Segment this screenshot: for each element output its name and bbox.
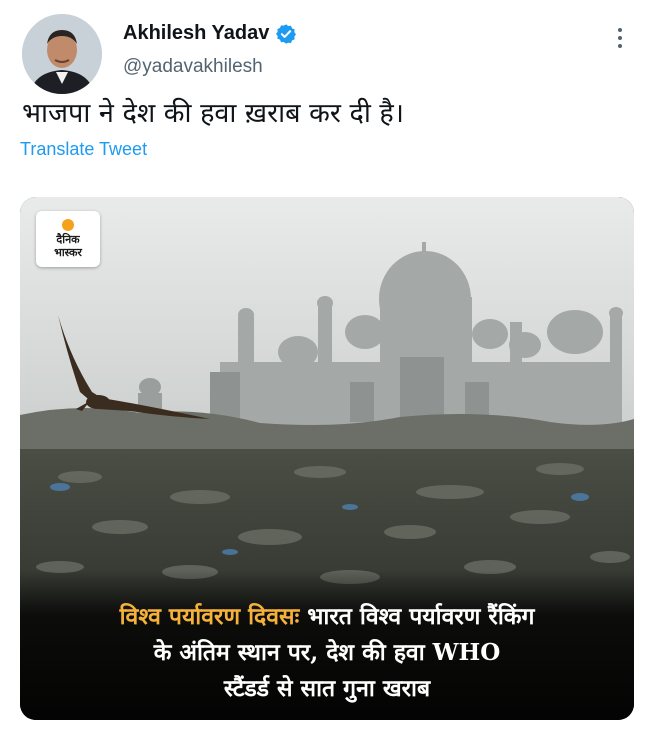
avatar-image [22,14,102,94]
translate-tweet-link[interactable]: Translate Tweet [20,139,147,160]
logo-line1: दैनिक [56,233,80,246]
caption-line-1: विश्व पर्यावरण दिवसः भारत विश्व पर्यावरण… [20,599,634,631]
author-handle[interactable]: @yadavakhilesh [123,56,263,78]
dainik-bhaskar-logo: दैनिक भास्कर [36,211,100,267]
caption-line-2: के अंतिम स्थान पर, देश की हवा WHO [153,639,501,666]
verified-badge-icon [275,23,297,45]
tweet-media-image[interactable]: दैनिक भास्कर विश्व पर्यावरण दिवसः भारत व… [20,197,634,720]
caption-line-1-rest: भारत विश्व पर्यावरण रैंकिंग [299,603,535,630]
more-options-icon[interactable] [606,24,634,52]
caption-highlight: विश्व पर्यावरण दिवसः [119,603,300,630]
author-name-row[interactable]: Akhilesh Yadav [123,22,297,45]
logo-line2: भास्कर [54,246,82,259]
tweet-text: भाजपा ने देश की हवा ख़राब कर दी है। [22,98,404,129]
author-name[interactable]: Akhilesh Yadav [123,22,269,45]
caption-line-3: स्टैंडर्ड से सात गुना खराब [223,675,431,702]
sun-icon [62,219,74,231]
author-avatar[interactable] [22,14,102,94]
